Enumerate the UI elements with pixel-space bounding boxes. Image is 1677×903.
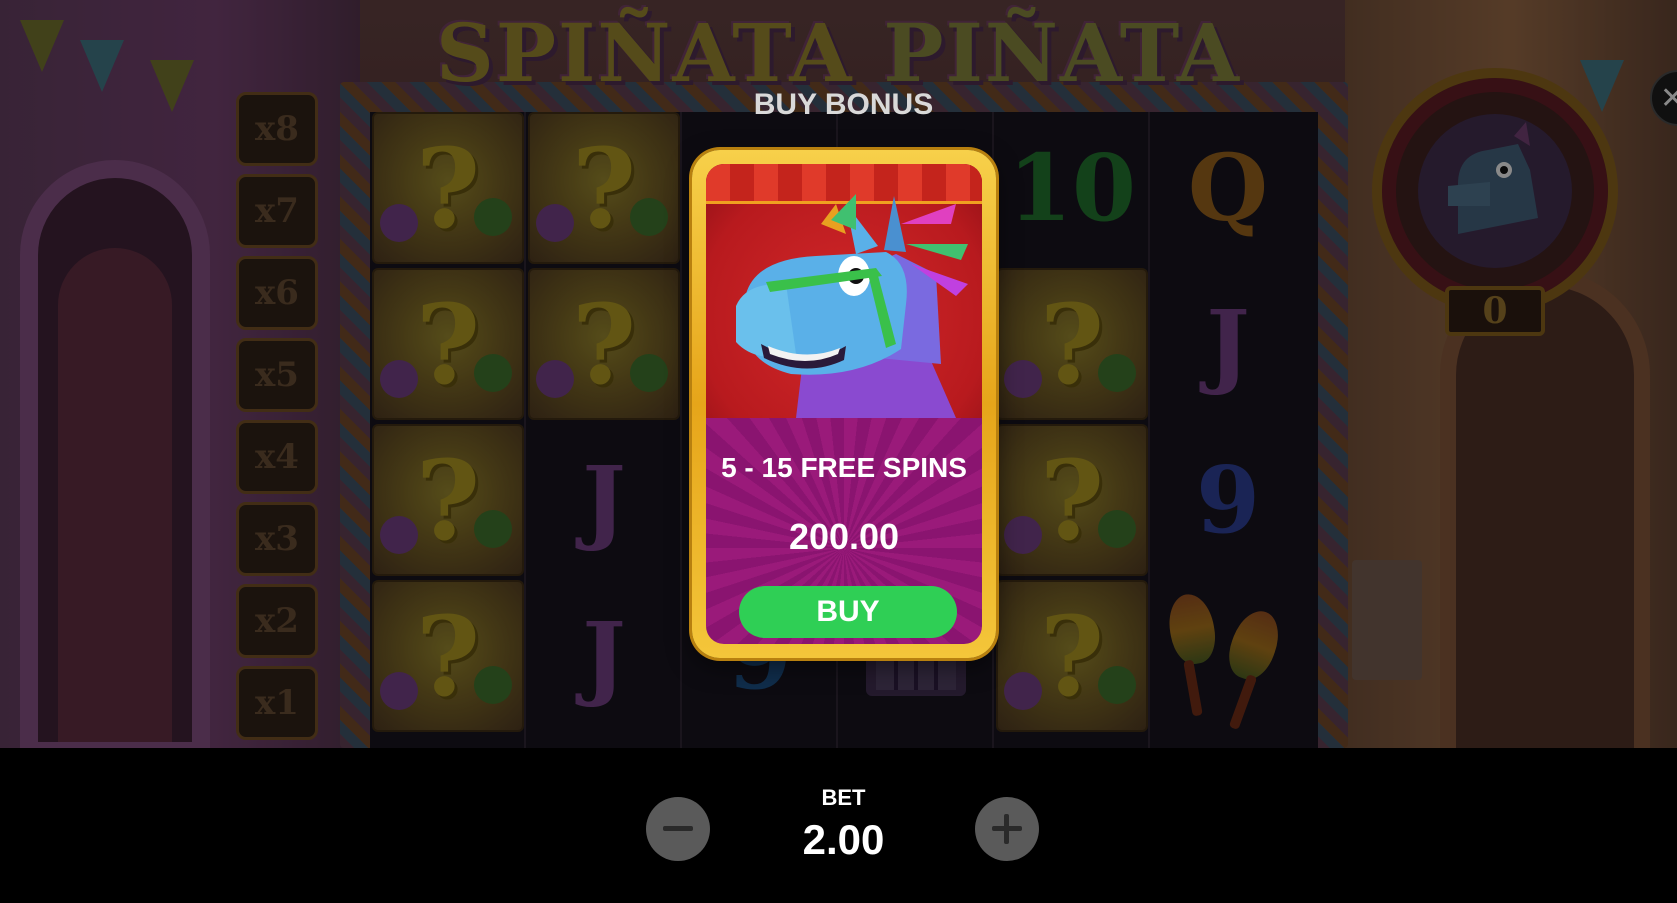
pinata-donkey-art — [706, 164, 982, 418]
free-spins-offer: 5 - 15 FREE SPINS — [721, 452, 967, 483]
buy-bonus-card: 5 - 15 FREE SPINS 200.00 BUY — [692, 150, 996, 658]
bet-value: 2.00 — [802, 816, 885, 863]
bet-label: BET — [821, 785, 866, 810]
plus-icon — [992, 814, 1022, 844]
bonus-price: 200.00 — [788, 516, 900, 557]
buy-bonus-title: BUY BONUS — [753, 88, 934, 121]
buy-bonus-card-body: 5 - 15 FREE SPINS 200.00 BUY — [706, 164, 982, 644]
buy-button[interactable]: BUY — [739, 586, 957, 638]
pinata-donkey-icon — [736, 194, 968, 418]
increase-bet-button[interactable] — [975, 797, 1039, 861]
